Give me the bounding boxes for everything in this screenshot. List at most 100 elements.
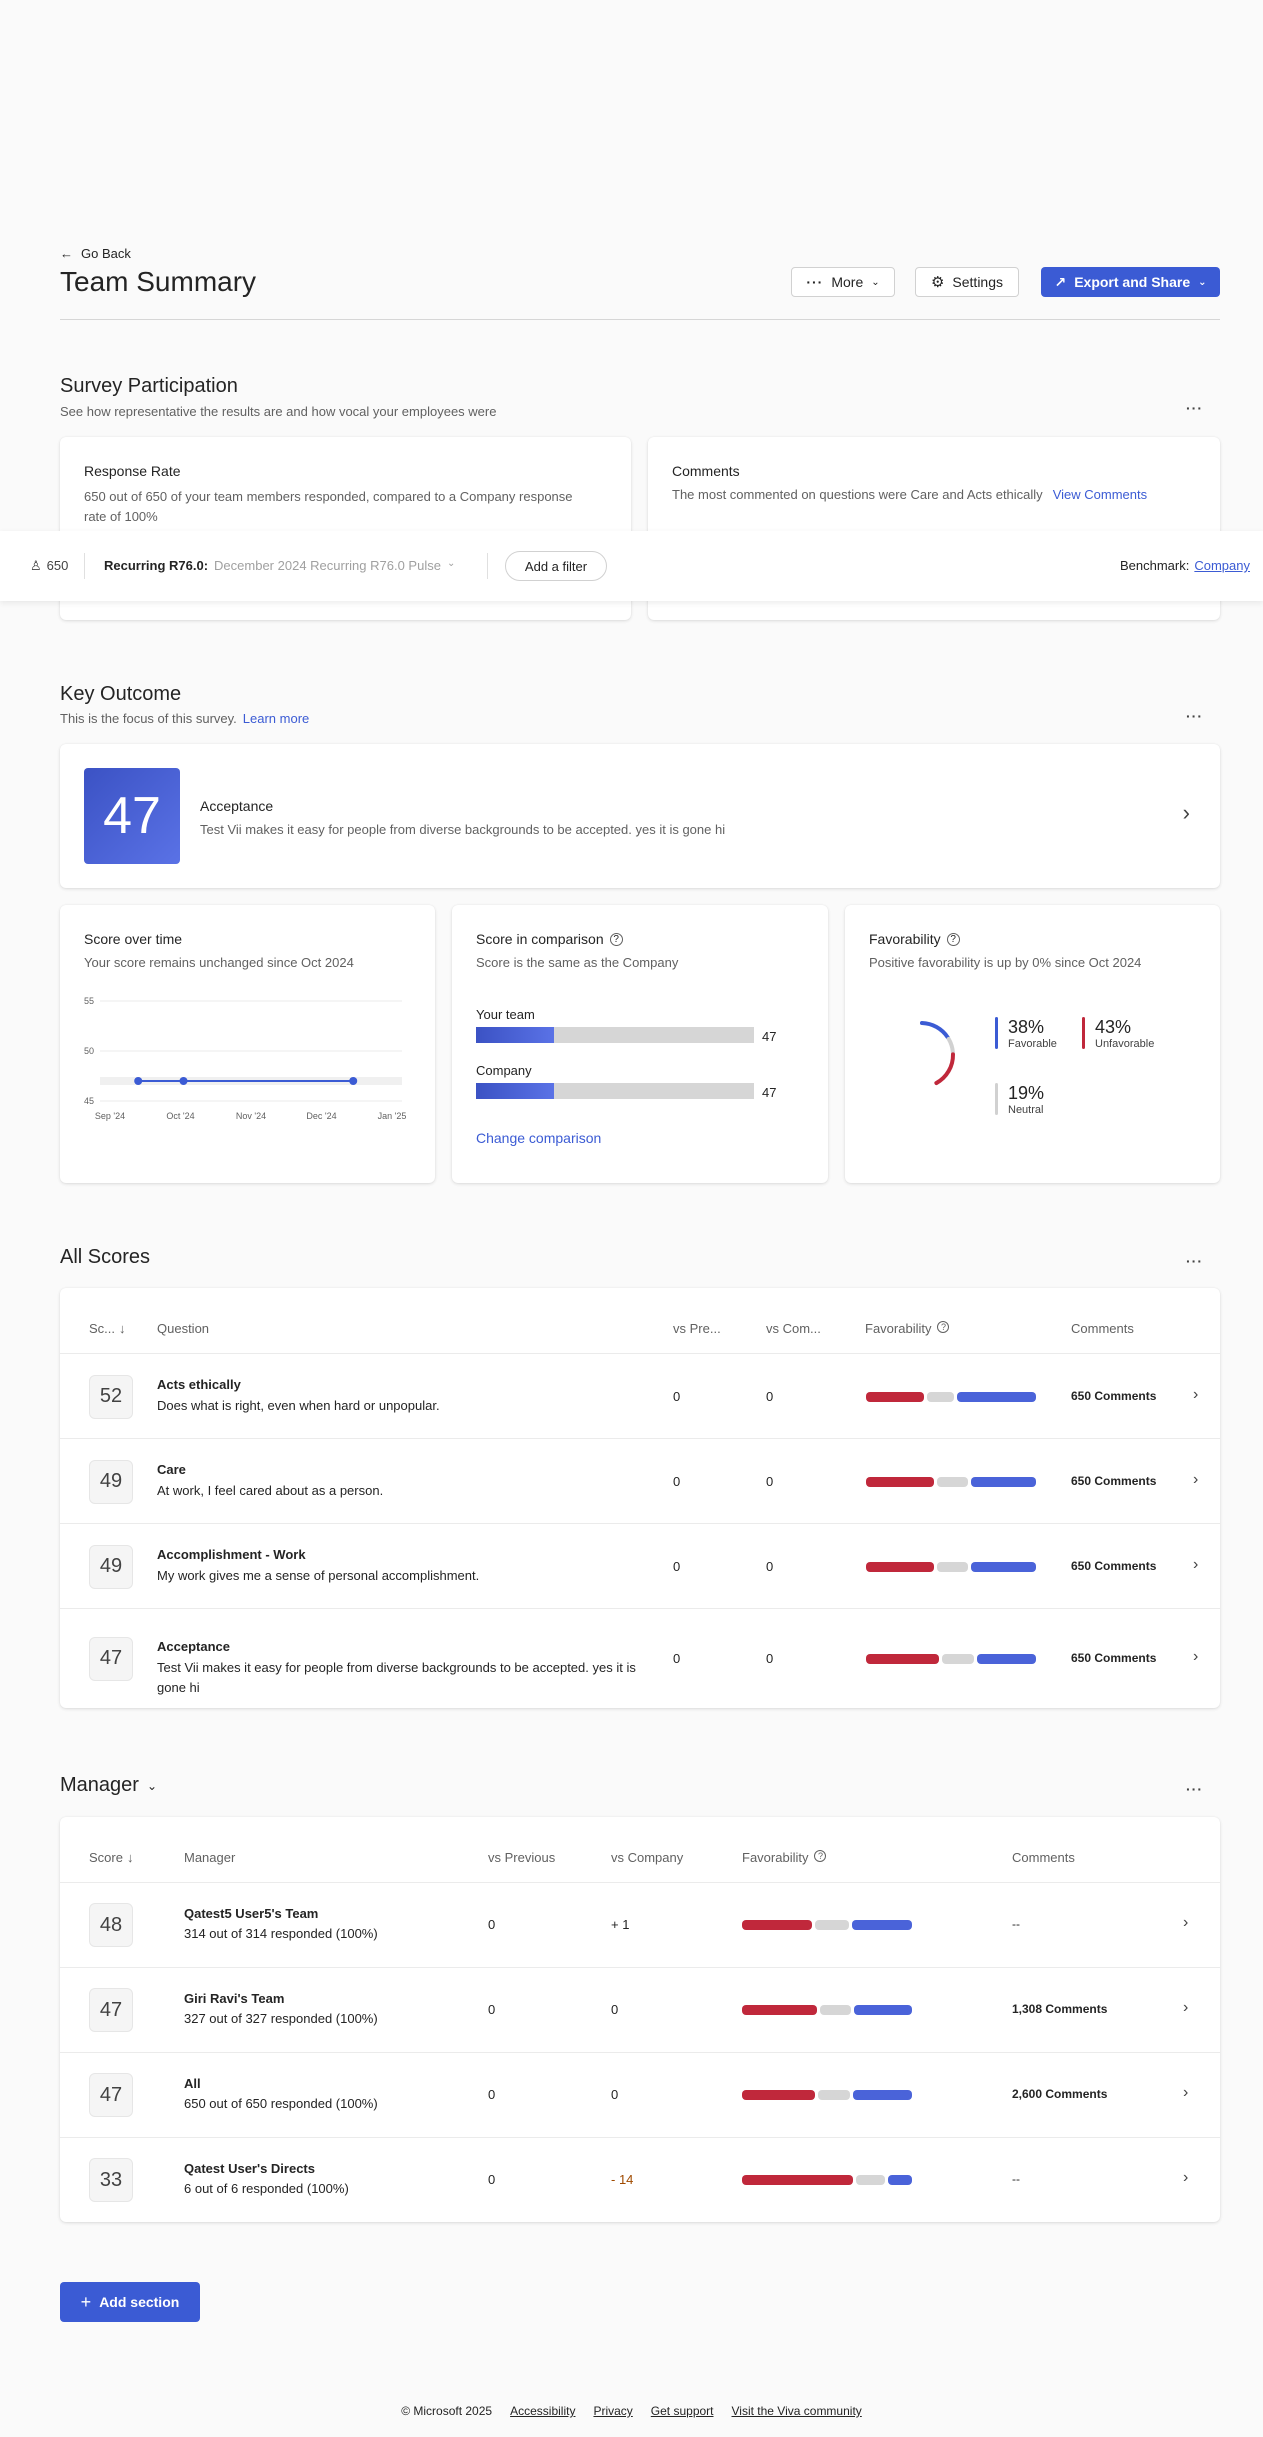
settings-button[interactable]: ⚙ Settings <box>915 267 1019 297</box>
row-question-desc: My work gives me a sense of personal acc… <box>157 1567 480 1583</box>
row-favorability-unfavorable-segment <box>742 2005 817 2015</box>
col-score-label: Sc... <box>89 1321 116 1336</box>
help-icon[interactable]: ? <box>814 1850 827 1862</box>
table-row[interactable]: 47 Giri Ravi's Team 327 out of 327 respond… <box>60 1968 1220 2053</box>
col-score-label: Score <box>89 1850 123 1865</box>
unfavorable-arc <box>934 1052 955 1086</box>
survey-selector[interactable]: Recurring R76.0: December 2024 Recurring… <box>104 558 455 573</box>
col-favorability-label: Favorability <box>742 1850 809 1865</box>
change-comparison-link[interactable]: Change comparison <box>476 1130 601 1146</box>
score-comparison-subtitle: Score is the same as the Company <box>476 955 679 970</box>
chevron-right-icon[interactable]: › <box>1193 1386 1198 1404</box>
row-favorability-unfavorable-segment <box>742 2090 815 2100</box>
row-comments-link[interactable]: 650 Comments <box>1071 1559 1156 1573</box>
comments-card-title: Comments <box>672 463 740 479</box>
manager-more-icon[interactable]: ··· <box>1186 1781 1203 1797</box>
participation-more-icon[interactable]: ··· <box>1186 400 1203 416</box>
row-manager-name: Qatest5 User5's Team <box>184 1906 319 1921</box>
neutral-arc <box>946 1036 955 1055</box>
view-comments-link[interactable]: View Comments <box>1053 487 1147 502</box>
chevron-right-icon[interactable]: › <box>1183 2169 1188 2187</box>
all-scores-more-icon[interactable]: ··· <box>1186 1253 1203 1269</box>
row-comments-link[interactable]: 650 Comments <box>1071 1651 1156 1665</box>
filter-divider-2 <box>487 553 488 579</box>
row-favorability-favorable-segment <box>977 1653 1036 1664</box>
row-comments-link[interactable]: 1,308 Comments <box>1012 2002 1107 2016</box>
row-favorability-unfavorable-segment <box>742 1920 812 1930</box>
col-favorability-label: Favorability <box>865 1321 932 1336</box>
table-row[interactable]: 49 Care At work, I feel cared about as a p… <box>60 1439 1220 1524</box>
key-outcome-card[interactable]: 47 Acceptance Test Vii makes it easy for… <box>60 744 1220 888</box>
all-scores-table: Sc... ↓ Question vs Pre... vs Com... Fav… <box>60 1288 1220 1708</box>
row-favorability-favorable-segment <box>957 1391 1036 1402</box>
table-row[interactable]: 47 All 650 out of 650 responded (100%) 0 0 2,… <box>60 2053 1220 2138</box>
favorable-arc <box>919 1021 950 1040</box>
more-button[interactable]: ··· More ⌄ <box>791 267 895 297</box>
footer-link-support[interactable]: Get support <box>651 2404 714 2418</box>
row-comments-link[interactable]: 650 Comments <box>1071 1474 1156 1488</box>
key-outcome-score: 47 <box>84 768 180 864</box>
row-vs-previous: 0 <box>673 1473 681 1489</box>
survey-value: December 2024 Recurring R76.0 Pulse <box>214 558 441 573</box>
row-favorability-neutral-segment <box>927 1391 954 1402</box>
row-vs-company: 0 <box>611 2002 619 2017</box>
key-outcome-subtitle: This is the focus of this survey. <box>60 711 237 726</box>
row-score: 49 <box>89 1544 133 1589</box>
row-score: 52 <box>89 1374 133 1419</box>
benchmark-link[interactable]: Company <box>1194 558 1250 573</box>
chevron-right-icon[interactable]: › <box>1183 2084 1188 2102</box>
footer-link-community[interactable]: Visit the Viva community <box>732 2404 862 2418</box>
row-favorability-neutral-segment <box>856 2175 885 2185</box>
arrow-down-icon: ↓ <box>119 1321 126 1336</box>
row-favorability-unfavorable-segment <box>866 1391 924 1402</box>
go-back-link[interactable]: ← Go Back <box>60 246 131 261</box>
response-rate-title: Response Rate <box>84 463 181 479</box>
unfavorable-marker <box>1082 1017 1085 1049</box>
col-score-header[interactable]: Sc... ↓ <box>89 1321 126 1336</box>
chevron-right-icon[interactable]: › <box>1193 1648 1198 1666</box>
chevron-right-icon[interactable]: › <box>1183 800 1190 826</box>
comments-card-text: The most commented on questions were Car… <box>672 487 1043 502</box>
share-icon: ↗ <box>1054 273 1067 290</box>
y-tick-label: 55 <box>84 996 94 1006</box>
chevron-right-icon[interactable]: › <box>1183 1914 1188 1932</box>
filter-bar: ♙ 650 Recurring R76.0: December 2024 Rec… <box>0 531 1263 601</box>
row-favorability-unfavorable-segment <box>866 1561 934 1572</box>
table-row[interactable]: 49 Accomplishment - Work My work gives me … <box>60 1524 1220 1609</box>
manager-title-dropdown[interactable]: Manager ⌄ <box>60 1774 157 1797</box>
row-vs-company: + 1 <box>611 1917 630 1932</box>
row-question-title: Care <box>157 1461 186 1477</box>
response-rate-text: 650 out of 650 of your team members resp… <box>84 489 573 524</box>
key-outcome-more-icon[interactable]: ··· <box>1186 708 1203 724</box>
respondent-count: ♙ 650 <box>30 558 68 574</box>
export-share-button[interactable]: ↗ Export and Share ⌄ <box>1041 267 1220 297</box>
favorable-stat: 38% Favorable <box>995 1017 1057 1050</box>
footer-link-accessibility[interactable]: Accessibility <box>510 2404 575 2418</box>
key-outcome-description: Test Vii makes it easy for people from d… <box>200 822 726 837</box>
col-score-header[interactable]: Score ↓ <box>89 1850 133 1865</box>
row-vs-previous: 0 <box>488 2002 496 2017</box>
unfavorable-stat: 43% Unfavorable <box>1082 1017 1154 1050</box>
row-comments-link[interactable]: 2,600 Comments <box>1012 2087 1107 2101</box>
chevron-right-icon[interactable]: › <box>1193 1471 1198 1489</box>
table-row[interactable]: 48 Qatest5 User5's Team 314 out of 314 res… <box>60 1883 1220 1968</box>
add-filter-button[interactable]: Add a filter <box>505 551 607 581</box>
row-comments-link[interactable]: 650 Comments <box>1071 1389 1156 1403</box>
table-row[interactable]: 52 Acts ethically Does what is right, even… <box>60 1354 1220 1439</box>
footer-link-privacy[interactable]: Privacy <box>593 2404 632 2418</box>
chevron-right-icon[interactable]: › <box>1193 1556 1198 1574</box>
chevron-right-icon[interactable]: › <box>1183 1999 1188 2017</box>
row-score: 48 <box>89 1903 133 1947</box>
help-icon[interactable]: ? <box>937 1321 950 1333</box>
add-section-button[interactable]: + Add section <box>60 2282 200 2322</box>
learn-more-link[interactable]: Learn more <box>243 711 309 726</box>
y-tick-label: 50 <box>84 1046 94 1056</box>
x-tick-label: Sep '24 <box>95 1111 125 1121</box>
help-icon[interactable]: ? <box>609 932 623 946</box>
row-favorability-neutral-segment <box>937 1561 968 1572</box>
table-row[interactable]: 33 Qatest User's Directs 6 out of 6 respon… <box>60 2138 1220 2223</box>
help-icon[interactable]: ? <box>946 932 960 946</box>
chevron-down-icon: ⌄ <box>446 558 456 569</box>
table-row[interactable]: 47 Acceptance Test Vii makes it easy for p… <box>60 1609 1220 1708</box>
chevron-down-icon: ⌄ <box>871 276 880 288</box>
